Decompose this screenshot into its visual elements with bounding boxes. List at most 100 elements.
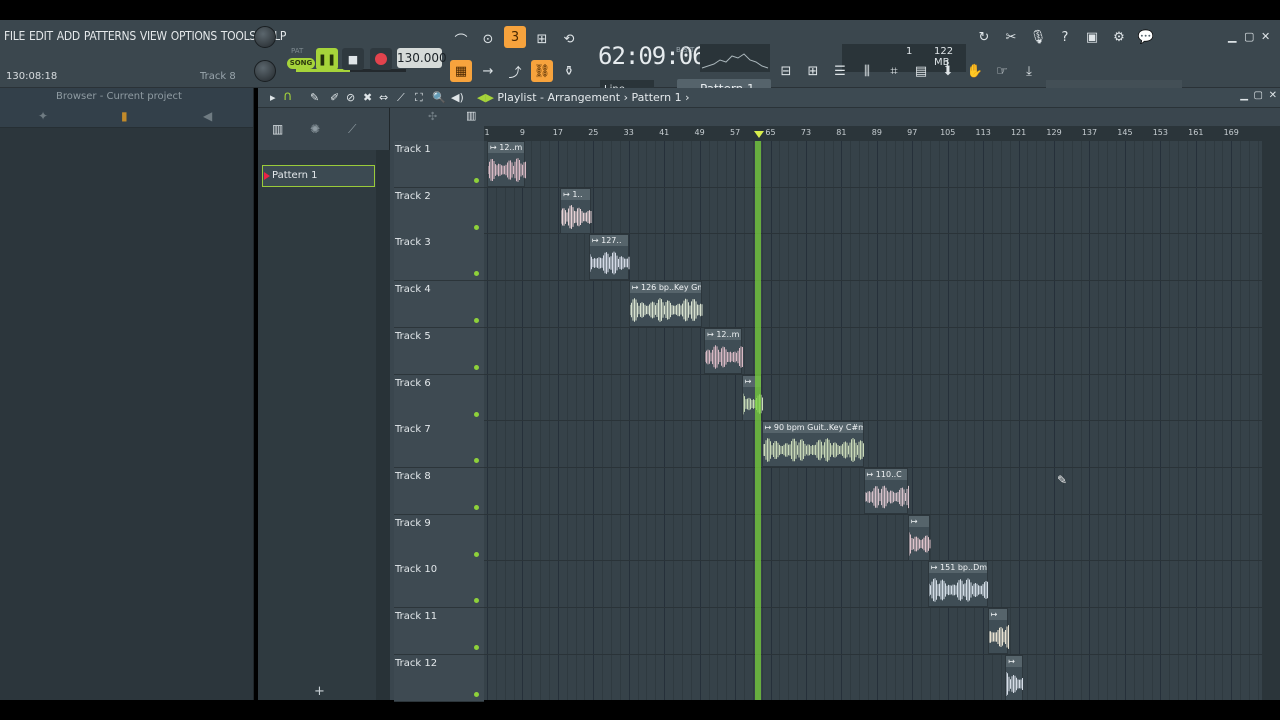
step-edit-icon[interactable]: ⊞ (531, 28, 553, 50)
track-enable-led[interactable] (474, 458, 479, 464)
menu-item-add[interactable]: ADD (57, 29, 80, 43)
chat-icon[interactable]: 💬 (1135, 26, 1157, 48)
piano-roll-icon[interactable]: ⊞ (802, 60, 824, 82)
plugin-icon[interactable]: ⚙ (1108, 26, 1130, 48)
stop-button[interactable]: ■ (342, 48, 364, 70)
tempo-display[interactable]: 130.000 (397, 48, 447, 68)
track-header[interactable]: Track 5 (394, 327, 484, 375)
metronome-icon[interactable]: ⌒ (450, 28, 472, 50)
track-enable-led[interactable] (474, 318, 479, 324)
playlist-menu-icon[interactable]: ▸ (270, 91, 276, 104)
paint-icon[interactable]: ✐ (330, 91, 339, 104)
playlist-lanes[interactable]: ↦ 12..m ↦ 1.. ↦ 127.. ↦ 126 bp..Key Gm ↦ 12.… (484, 141, 1262, 700)
track-enable-led[interactable] (474, 364, 479, 370)
track-header[interactable]: Track 9 (394, 514, 484, 562)
zoom-icon[interactable]: 🔍 (432, 91, 446, 104)
maximize-icon[interactable]: ▢ (1244, 30, 1254, 43)
download-icon[interactable]: ⤓ (1018, 60, 1040, 82)
breadcrumb-pattern[interactable]: Pattern 1 (632, 91, 682, 104)
audio-clip-icon[interactable]: ✺ (310, 122, 320, 136)
audio-clip[interactable]: ↦ (907, 514, 931, 561)
track-header[interactable]: Track 10 (394, 561, 484, 609)
browser-speaker-icon[interactable]: ◀ (203, 109, 212, 123)
menu-item-view[interactable]: VIEW (140, 29, 167, 43)
save-icon[interactable]: ▣ (1081, 26, 1103, 48)
playhead-marker-icon[interactable] (753, 131, 764, 138)
audio-clip[interactable]: ↦ 12..m (487, 141, 526, 187)
countdown-icon[interactable]: 3 (504, 26, 526, 48)
magnet-snap-icon[interactable]: ∩ (283, 89, 293, 104)
slip-icon[interactable]: ⇔ (379, 91, 388, 104)
slice-icon[interactable]: ⟋ (397, 91, 405, 105)
microphone-icon[interactable]: 🎙 (1027, 26, 1049, 48)
track-enable-led[interactable] (474, 224, 479, 230)
pattern-list-item[interactable]: Pattern 1 (262, 165, 375, 187)
stamp-icon[interactable]: ⚱ (558, 60, 580, 82)
track-header[interactable]: Track 4 (394, 281, 484, 329)
automation-icon[interactable]: ⟋ (348, 122, 356, 137)
minimize-icon[interactable]: ▁ (1228, 30, 1236, 43)
track-tools-icon[interactable]: ✣ (428, 110, 437, 123)
track-enable-led[interactable] (474, 178, 479, 183)
audio-clip[interactable]: ↦ 151 bp..Dm (927, 561, 988, 608)
mute-icon[interactable]: ✖ (363, 91, 372, 104)
audio-clip[interactable]: ↦ 110..C (863, 467, 909, 514)
breadcrumb-arrangement[interactable]: Playlist - Arrangement (497, 91, 620, 104)
tools-icon[interactable]: ✂ (1000, 26, 1022, 48)
mixer-icon[interactable]: ⊟ (775, 60, 797, 82)
master-pitch-knob[interactable] (254, 60, 276, 82)
slide-icon[interactable]: ⤴ (504, 60, 526, 82)
touch-keyboard-icon[interactable]: ✋ (964, 60, 986, 82)
record-button[interactable] (370, 48, 392, 70)
plugin-picker-icon[interactable]: ⬇ (937, 60, 959, 82)
playlist-minimize-icon[interactable]: ▁ (1240, 90, 1248, 101)
wait-for-input-icon[interactable]: ⊙ (477, 28, 499, 50)
menu-item-options[interactable]: OPTIONS (171, 29, 217, 43)
loop-record-icon[interactable]: ⟲ (558, 28, 580, 50)
piano-icon[interactable]: ▥ (272, 122, 283, 136)
close-icon[interactable]: ✕ (1261, 30, 1270, 43)
mixer-view-icon[interactable]: ⫼ (856, 60, 878, 82)
audio-clip[interactable]: ↦ 90 bpm Guit..Key C#m (761, 421, 864, 468)
track-enable-led[interactable] (474, 504, 479, 510)
audio-clip[interactable]: ↦ (1005, 654, 1024, 700)
track-enable-led[interactable] (474, 271, 479, 277)
audio-clip[interactable]: ↦ 126 bp..Key Gm (628, 281, 703, 328)
audio-clip[interactable]: ↦ 12..m (704, 327, 743, 374)
track-header[interactable]: Track 2 (394, 187, 484, 235)
track-enable-led[interactable] (474, 411, 479, 417)
track-view-icon[interactable]: ▥ (466, 109, 476, 122)
track-header[interactable]: Track 1 (394, 141, 484, 188)
playlist-close-icon[interactable]: ✕ (1269, 90, 1277, 101)
pencil-icon[interactable]: ✎ (310, 91, 319, 104)
audio-clip[interactable]: ↦ (987, 608, 1009, 654)
delete-icon[interactable]: ⊘ (346, 91, 355, 104)
track-enable-led[interactable] (474, 691, 479, 697)
playlist-maximize-icon[interactable]: ▢ (1254, 90, 1263, 101)
track-enable-led[interactable] (474, 551, 479, 557)
arrow-right-icon[interactable]: → (477, 60, 499, 82)
menu-item-patterns[interactable]: PATTERNS (84, 29, 136, 43)
pattern-list-scrollbar[interactable] (376, 150, 390, 700)
menu-item-edit[interactable]: EDIT (29, 29, 53, 43)
link-icon[interactable]: ⛓ (531, 60, 553, 82)
browser-folder-icon[interactable]: ▮ (121, 109, 128, 123)
playlist-icon[interactable]: ▦ (450, 60, 472, 82)
project-icon[interactable]: ▤ (910, 60, 932, 82)
playlist-vertical-scrollbar[interactable] (1262, 126, 1280, 700)
master-volume-knob[interactable] (254, 26, 276, 48)
pause-button[interactable]: ❚❚ (316, 48, 338, 70)
track-enable-led[interactable] (474, 598, 479, 604)
audio-clip[interactable]: ↦ 127.. (588, 234, 630, 281)
track-header[interactable]: Track 7 (394, 421, 484, 469)
browser-icon[interactable]: ⌗ (883, 60, 905, 82)
channel-rack-icon[interactable]: ☰ (829, 60, 851, 82)
tempo-tapper-icon[interactable]: ☞ (991, 60, 1013, 82)
track-header[interactable]: Track 3 (394, 234, 484, 282)
pat-song-toggle[interactable]: PAT SONG (287, 47, 315, 71)
menu-item-tools[interactable]: TOOLS (221, 29, 256, 43)
audio-clip[interactable]: ↦ 1.. (560, 187, 592, 234)
track-header[interactable]: Track 8 (394, 467, 484, 515)
playback-icon[interactable]: ◀) (451, 91, 464, 104)
menu-item-file[interactable]: FILE (4, 29, 25, 43)
